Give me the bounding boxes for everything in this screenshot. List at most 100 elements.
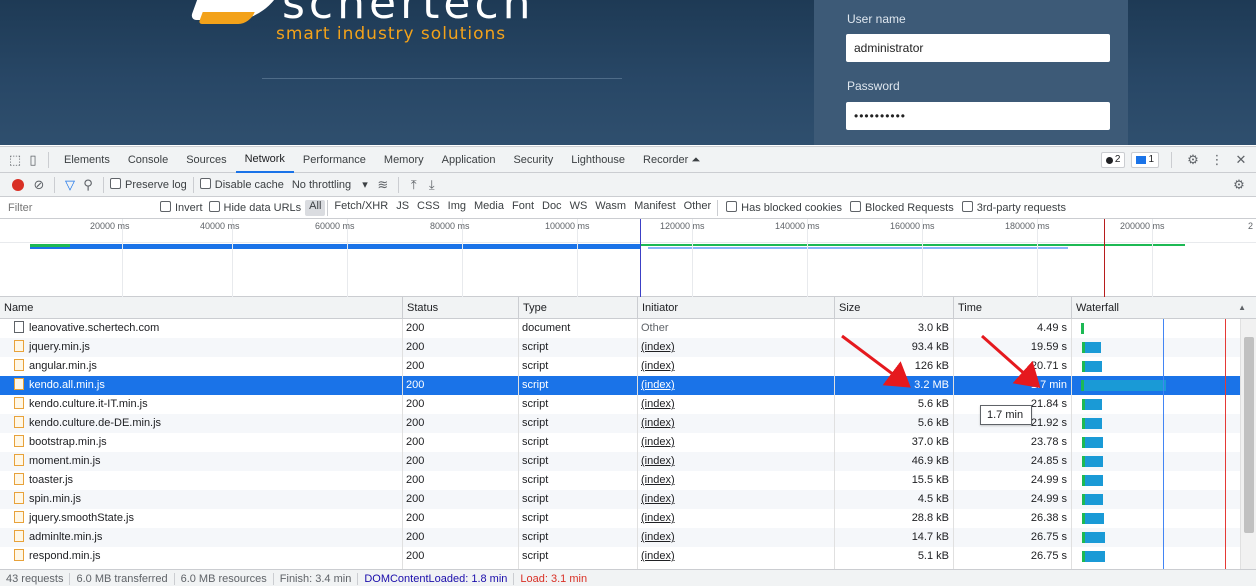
tab-console[interactable]: Console — [119, 147, 177, 173]
cell-initiator[interactable]: (index) — [637, 433, 834, 452]
table-row[interactable]: respond.min.js 200 script (index) 5.1 kB 26.7… — [0, 547, 1240, 566]
waterfall-download-bar — [1084, 380, 1166, 391]
table-row[interactable]: toaster.js 200 script (index) 15.5 kB 24.99 s — [0, 471, 1240, 490]
close-icon[interactable]: ✕ — [1232, 151, 1250, 169]
column-header-waterfall[interactable]: Waterfall — [1071, 297, 1240, 319]
filter-type-wasm[interactable]: Wasm — [591, 200, 630, 216]
table-row[interactable]: adminlte.min.js 200 script (index) 14.7 kB 26… — [0, 528, 1240, 547]
invert-checkbox[interactable]: Invert — [160, 201, 203, 214]
cell-name[interactable]: moment.min.js — [0, 452, 402, 471]
table-row[interactable]: jquery.min.js 200 script (index) 93.4 kB 19.5… — [0, 338, 1240, 357]
cell-initiator[interactable]: (index) — [637, 376, 834, 395]
cell-name[interactable]: jquery.min.js — [0, 338, 402, 357]
export-har-icon[interactable]: ⤓ — [423, 176, 441, 194]
hide-data-urls-checkbox[interactable]: Hide data URLs — [208, 201, 301, 214]
import-har-icon[interactable]: ⤒ — [405, 176, 423, 194]
tab-performance[interactable]: Performance — [294, 147, 375, 173]
cell-name[interactable]: kendo.culture.it-IT.min.js — [0, 395, 402, 414]
search-icon[interactable]: ⚲ — [79, 176, 97, 194]
filter-type-other[interactable]: Other — [680, 200, 716, 216]
table-scrollbar[interactable] — [1240, 319, 1256, 569]
cell-initiator[interactable]: (index) — [637, 414, 834, 433]
username-input[interactable]: administrator — [846, 34, 1110, 62]
column-header-type[interactable]: Type — [518, 297, 637, 319]
tab-lighthouse[interactable]: Lighthouse — [562, 147, 634, 173]
filter-type-doc[interactable]: Doc — [538, 200, 566, 216]
clear-icon[interactable]: ⊘ — [30, 176, 48, 194]
cell-name[interactable]: kendo.all.min.js — [0, 376, 402, 395]
filter-type-media[interactable]: Media — [470, 200, 508, 216]
cell-initiator[interactable]: (index) — [637, 490, 834, 509]
filter-type-img[interactable]: Img — [444, 200, 470, 216]
filter-input[interactable] — [0, 198, 160, 217]
filter-type-fetch-xhr[interactable]: Fetch/XHR — [330, 200, 392, 216]
column-header-time[interactable]: Time — [953, 297, 1071, 319]
table-row[interactable]: leanovative.schertech.com 200 document Othe… — [0, 319, 1240, 338]
more-menu-icon[interactable]: ⋮ — [1208, 151, 1226, 169]
filter-type-ws[interactable]: WS — [566, 200, 592, 216]
cell-name[interactable]: kendo.culture.de-DE.min.js — [0, 414, 402, 433]
throttling-select[interactable]: No throttling ▾ — [292, 178, 368, 191]
tab-application[interactable]: Application — [433, 147, 505, 173]
filter-type-js[interactable]: JS — [392, 200, 413, 216]
cell-initiator[interactable]: (index) — [637, 528, 834, 547]
cell-name[interactable]: jquery.smoothState.js — [0, 509, 402, 528]
tab-security[interactable]: Security — [504, 147, 562, 173]
network-overview-timeline[interactable]: 20000 ms 40000 ms 60000 ms 80000 ms 100000 m… — [0, 219, 1256, 297]
separator — [272, 572, 274, 585]
filter-type-css[interactable]: CSS — [413, 200, 444, 216]
cell-name[interactable]: spin.min.js — [0, 490, 402, 509]
scroll-thumb[interactable] — [1244, 337, 1254, 533]
cell-initiator[interactable]: (index) — [637, 547, 834, 566]
filter-icon[interactable]: ▽ — [61, 176, 79, 194]
messages-badge[interactable]: 1 — [1131, 152, 1159, 168]
cell-name[interactable]: leanovative.schertech.com — [0, 319, 402, 338]
record-icon[interactable] — [12, 178, 24, 191]
table-row[interactable]: moment.min.js 200 script (index) 46.9 kB 24.8… — [0, 452, 1240, 471]
tab-recorder[interactable]: Recorder ⏶ — [634, 147, 709, 173]
network-settings-gear-icon[interactable]: ⚙ — [1230, 176, 1248, 194]
column-header-status[interactable]: Status — [402, 297, 518, 319]
filter-type-manifest[interactable]: Manifest — [630, 200, 680, 216]
column-header-initiator[interactable]: Initiator — [637, 297, 834, 319]
cell-initiator[interactable]: (index) — [637, 395, 834, 414]
cell-name[interactable]: respond.min.js — [0, 547, 402, 566]
cell-name[interactable]: adminlte.min.js — [0, 528, 402, 547]
filter-type-all[interactable]: All — [305, 199, 326, 216]
tab-elements[interactable]: Elements — [55, 147, 119, 173]
filter-type-font[interactable]: Font — [508, 200, 538, 216]
tab-memory[interactable]: Memory — [375, 147, 433, 173]
third-party-checkbox[interactable]: 3rd-party requests — [961, 201, 1066, 214]
table-row[interactable]: kendo.all.min.js 200 script (index) 3.2 MB 1.… — [0, 376, 1240, 395]
gear-icon[interactable]: ⚙ — [1184, 151, 1202, 169]
disable-cache-checkbox[interactable]: Disable cache — [199, 178, 284, 191]
password-input[interactable]: •••••••••• — [846, 102, 1110, 130]
table-row[interactable]: jquery.smoothState.js 200 script (index) 28.… — [0, 509, 1240, 528]
column-header-name[interactable]: Name — [0, 297, 402, 319]
cell-name[interactable]: toaster.js — [0, 471, 402, 490]
column-header-size[interactable]: Size — [834, 297, 953, 319]
table-row[interactable]: kendo.culture.it-IT.min.js 200 script (inde… — [0, 395, 1240, 414]
cell-type: script — [518, 414, 637, 433]
device-toolbar-icon[interactable]: ▯ — [24, 151, 42, 169]
tab-sources[interactable]: Sources — [177, 147, 235, 173]
cell-initiator[interactable]: (index) — [637, 452, 834, 471]
table-row[interactable]: kendo.culture.de-DE.min.js 200 script (inde… — [0, 414, 1240, 433]
cell-initiator[interactable]: (index) — [637, 509, 834, 528]
table-row[interactable]: spin.min.js 200 script (index) 4.5 kB 24.99 s — [0, 490, 1240, 509]
inspect-element-icon[interactable]: ⬚ — [6, 151, 24, 169]
table-row[interactable]: angular.min.js 200 script (index) 126 kB 20.7… — [0, 357, 1240, 376]
issues-badge[interactable]: 2 — [1100, 152, 1126, 168]
preserve-log-checkbox[interactable]: Preserve log — [110, 178, 187, 191]
table-row[interactable]: bootstrap.min.js 200 script (index) 37.0 kB 2… — [0, 433, 1240, 452]
blocked-cookies-checkbox[interactable]: Has blocked cookies — [726, 201, 842, 214]
sort-ascending-icon[interactable]: ▲ — [1238, 297, 1246, 319]
cell-initiator[interactable]: (index) — [637, 357, 834, 376]
blocked-requests-checkbox[interactable]: Blocked Requests — [850, 201, 954, 214]
cell-name[interactable]: bootstrap.min.js — [0, 433, 402, 452]
cell-name[interactable]: angular.min.js — [0, 357, 402, 376]
cell-initiator[interactable]: (index) — [637, 338, 834, 357]
network-conditions-icon[interactable]: ≋ — [374, 176, 392, 194]
tab-network[interactable]: Network — [235, 147, 294, 173]
cell-initiator[interactable]: (index) — [637, 471, 834, 490]
